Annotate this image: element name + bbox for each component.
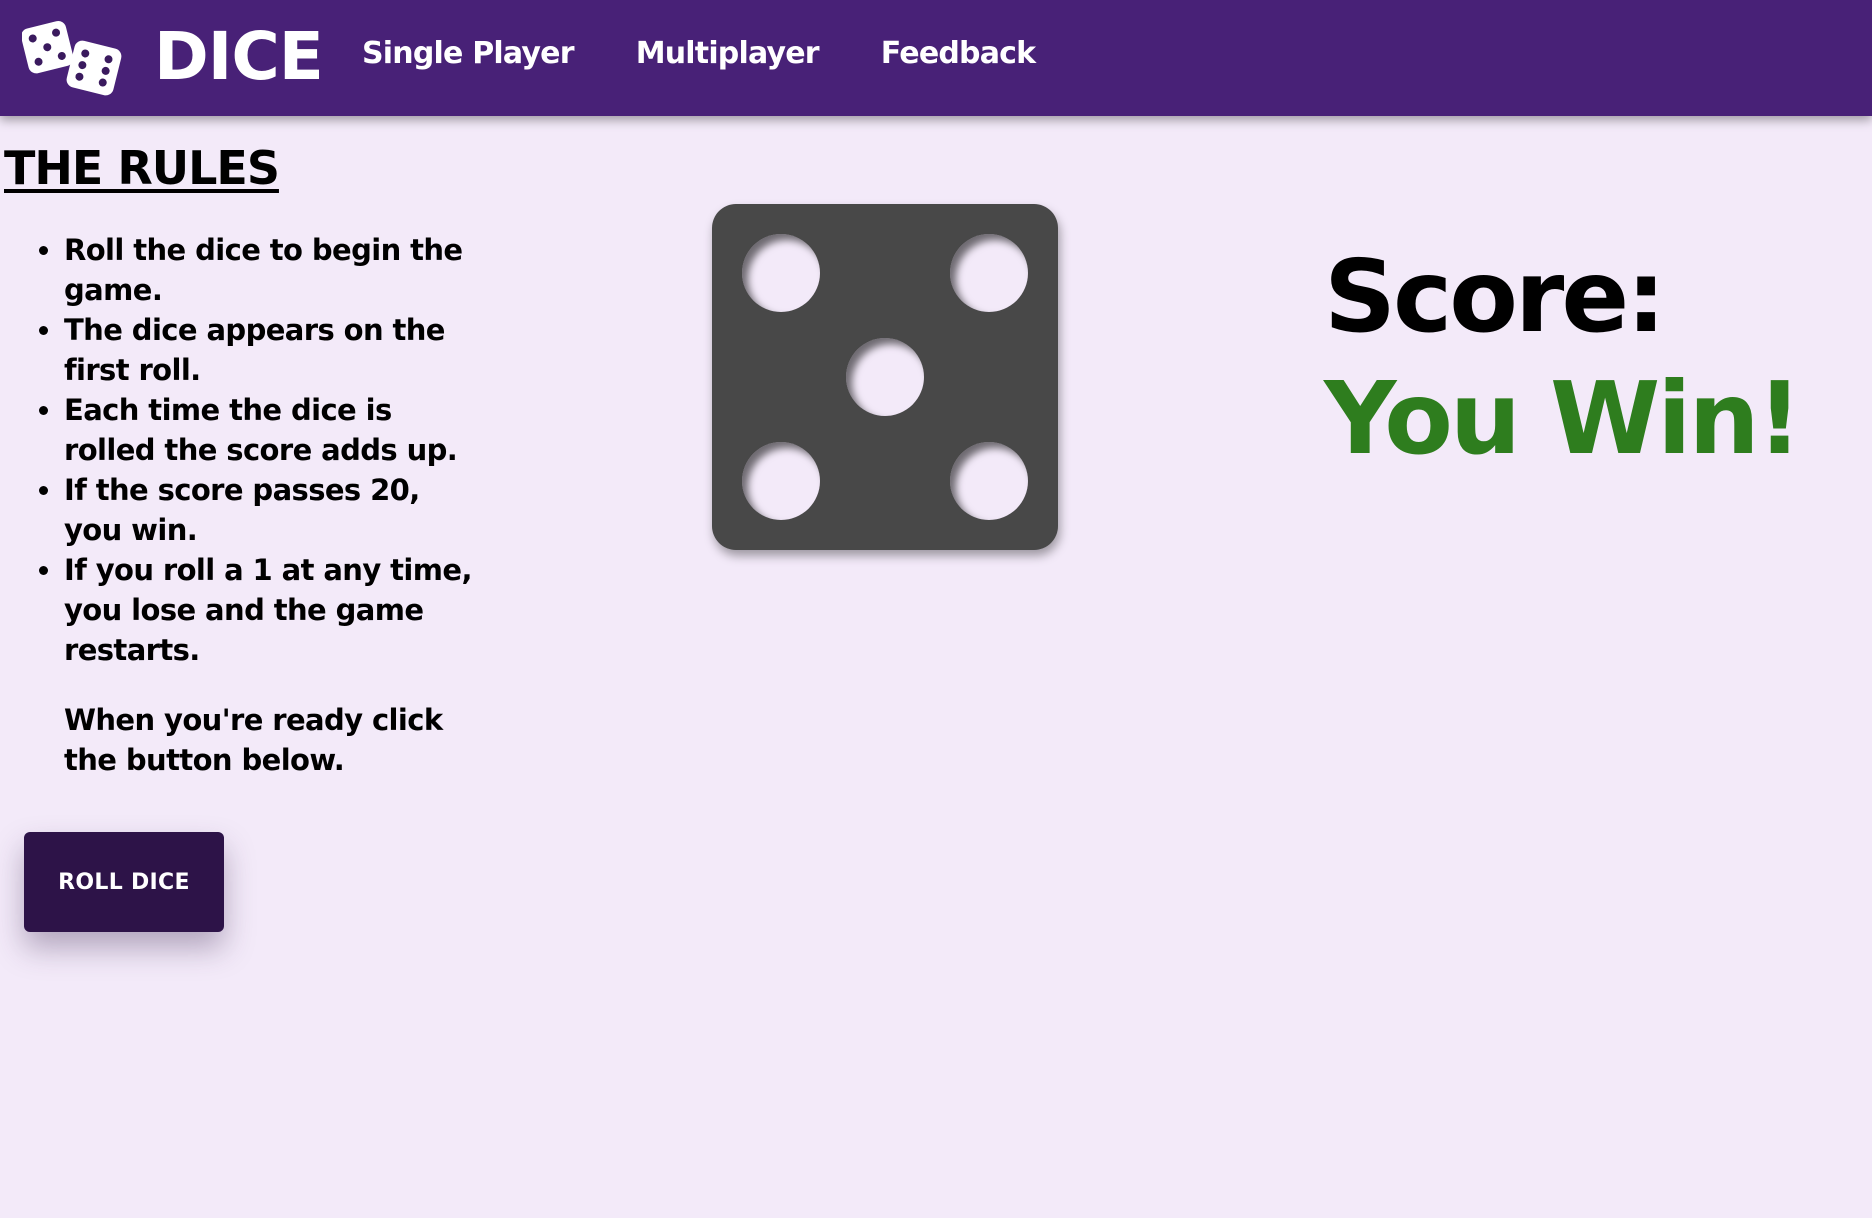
rule-item: The dice appears on the first roll. xyxy=(64,310,474,390)
rule-item: If the score passes 20, you win. xyxy=(64,470,474,550)
die-pip xyxy=(742,442,820,520)
nav-multiplayer-link[interactable]: Multiplayer xyxy=(636,36,820,71)
ready-instructions: When you're ready click the button below… xyxy=(64,703,443,777)
score-label: Score: xyxy=(1324,238,1666,355)
brand-title: DICE xyxy=(154,18,324,95)
rules-title: THE RULES xyxy=(4,141,280,195)
rule-item: Each time the dice is rolled the score a… xyxy=(64,390,474,470)
nav-links: Single Player Multiplayer Feedback xyxy=(362,0,1097,106)
rule-item: If you roll a 1 at any time, you lose an… xyxy=(64,550,474,670)
score-result: You Win! xyxy=(1324,360,1802,477)
rules-list: Roll the dice to begin the game. The dic… xyxy=(4,230,474,670)
dice-face xyxy=(712,204,1058,550)
dice-logo-icon xyxy=(22,21,122,96)
nav-single-player-link[interactable]: Single Player xyxy=(362,36,574,71)
rule-item: Roll the dice to begin the game. xyxy=(64,230,474,310)
roll-dice-button[interactable]: ROLL DICE xyxy=(24,832,224,932)
navbar: DICE Single Player Multiplayer Feedback xyxy=(0,0,1872,116)
die-pip xyxy=(950,442,1028,520)
die-pip xyxy=(846,338,924,416)
die-pip xyxy=(950,234,1028,312)
score-display: Score: You Win! xyxy=(1324,236,1864,480)
brand-link[interactable]: DICE xyxy=(22,12,324,102)
nav-feedback-link[interactable]: Feedback xyxy=(881,36,1036,71)
rules-panel: THE RULES Roll the dice to begin the gam… xyxy=(4,136,474,780)
die-pip xyxy=(742,234,820,312)
